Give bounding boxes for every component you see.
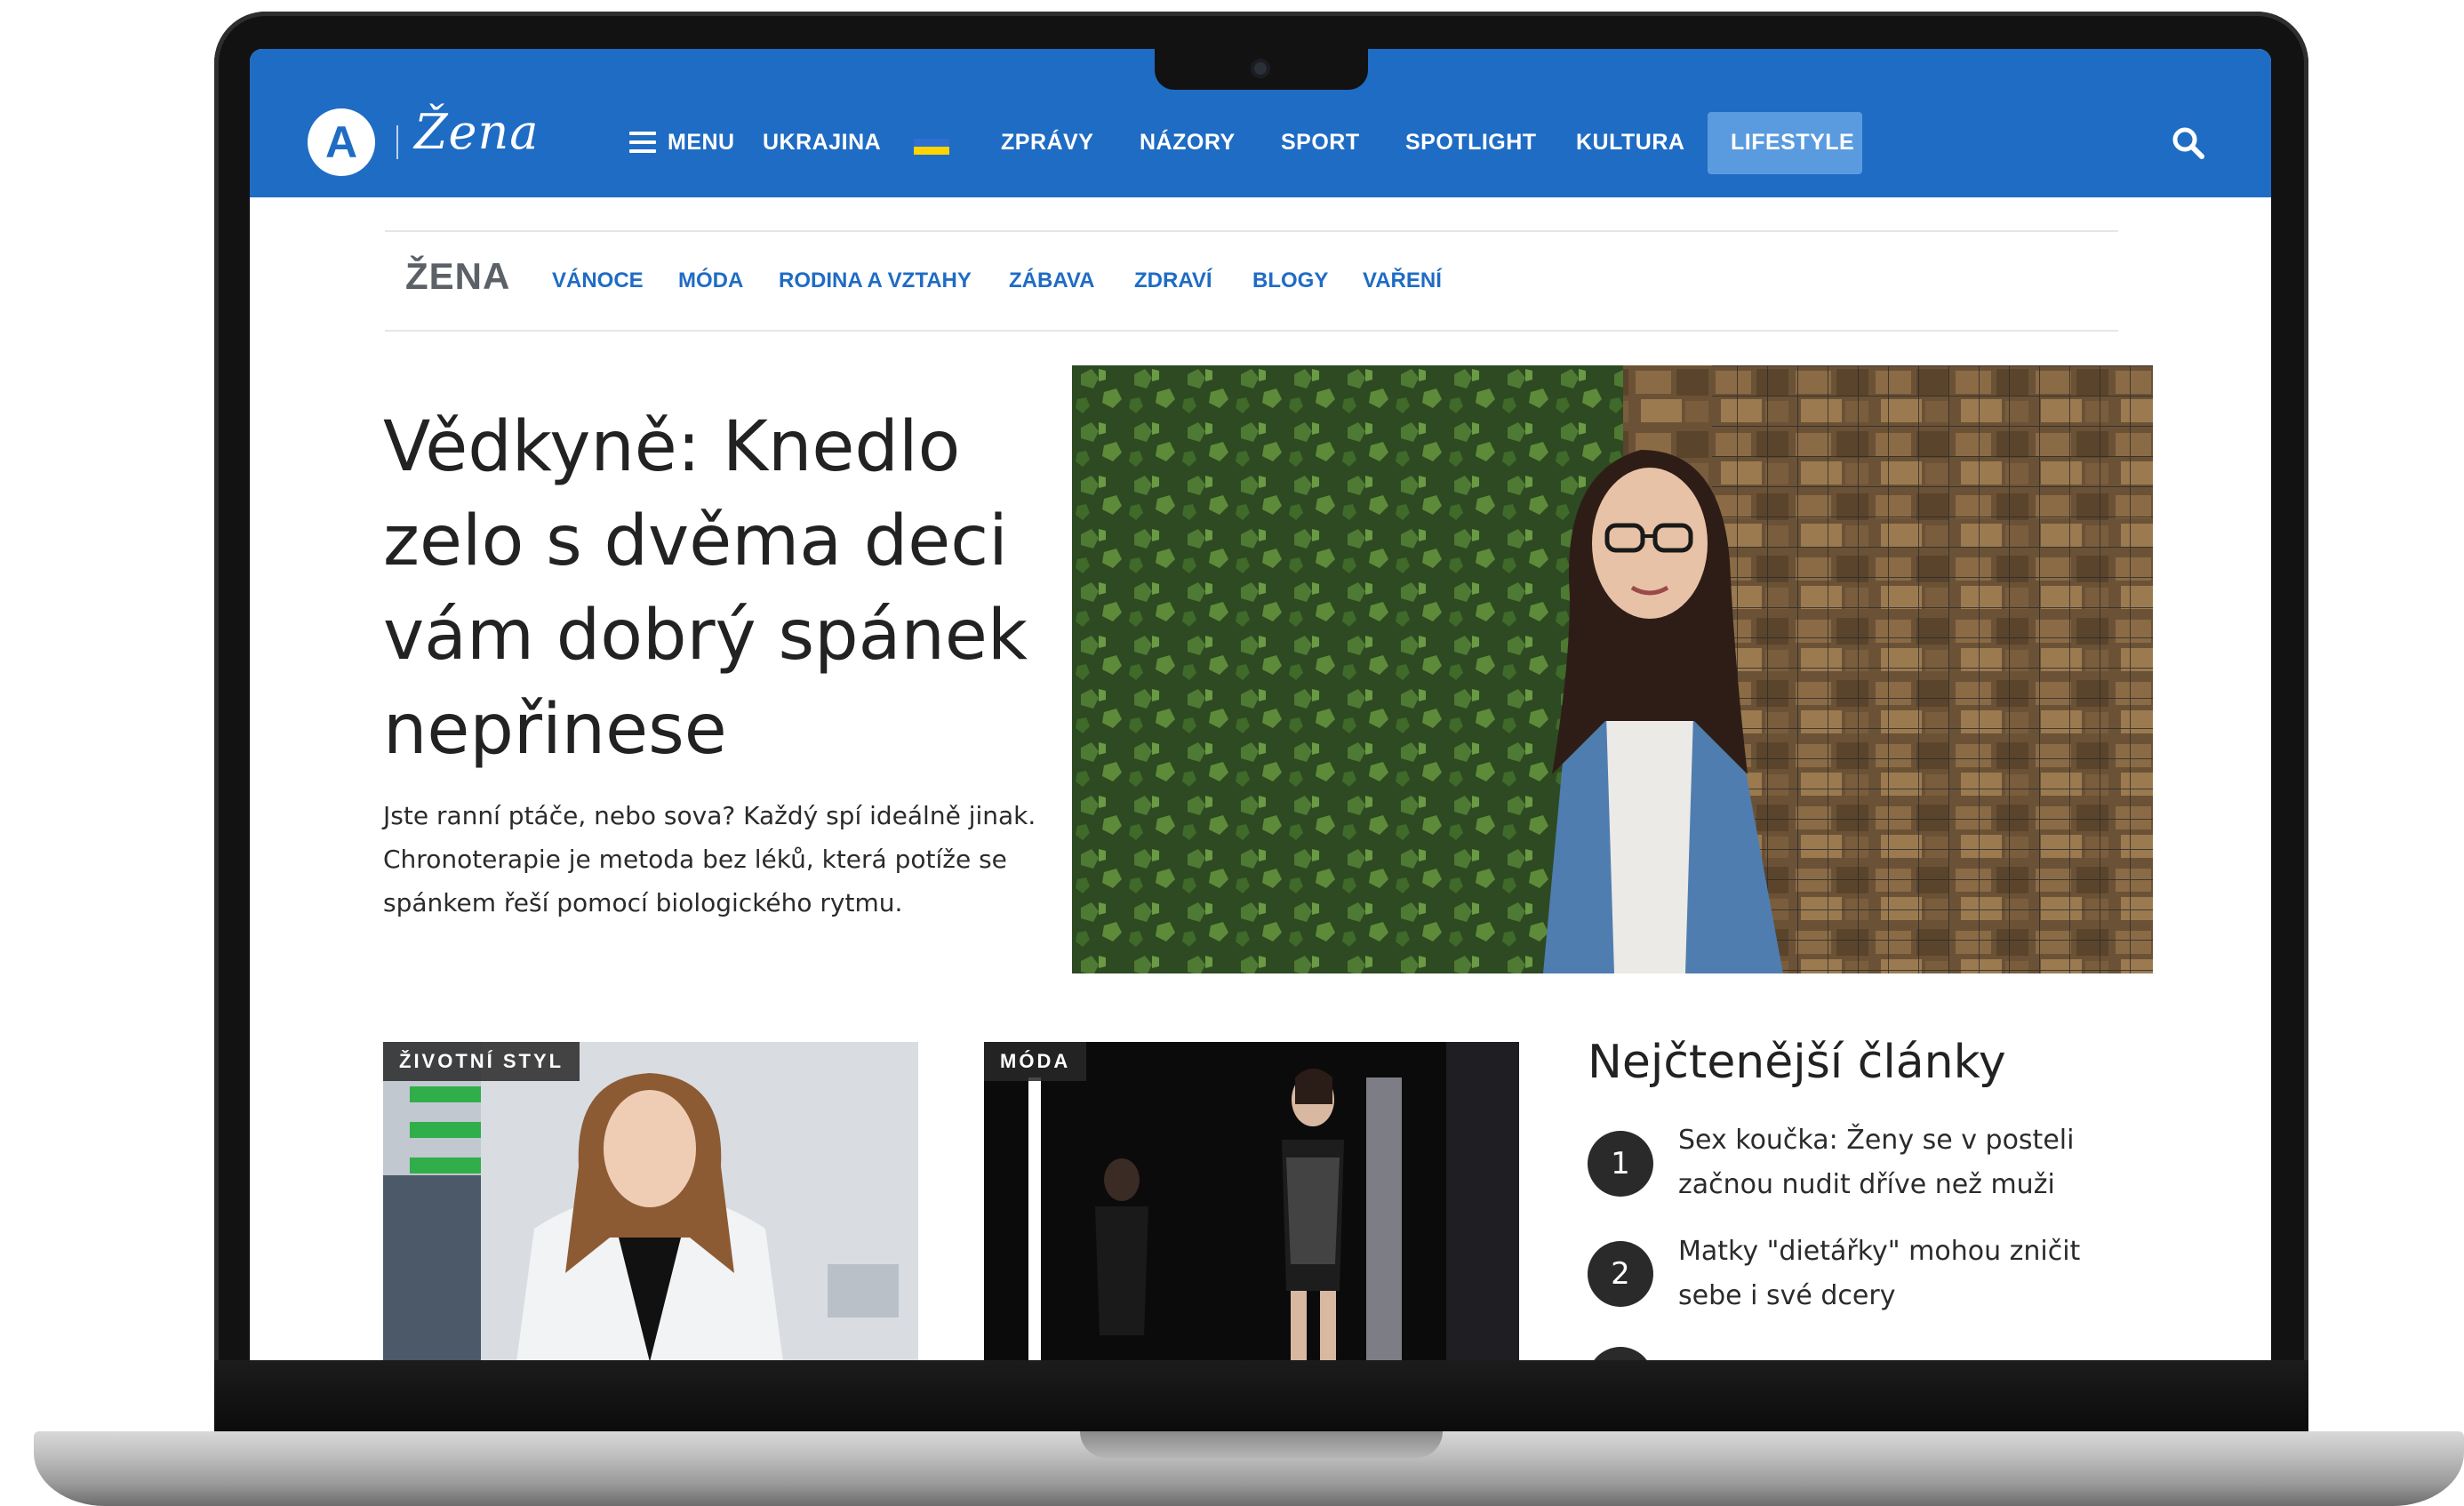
nav-item-zpravy[interactable]: ZPRÁVY: [1001, 129, 1093, 156]
logo-letter: A: [324, 117, 358, 167]
logo-divider: [396, 125, 398, 159]
hero-photo-illustration: [1072, 365, 2153, 973]
ukraine-flag-icon: [914, 139, 949, 155]
subnav-item-rodina-a-vztahy[interactable]: RODINA A VZTAHY: [779, 268, 972, 293]
hamburger-menu-icon[interactable]: [629, 132, 656, 153]
subnav-item-vareni[interactable]: VAŘENÍ: [1363, 268, 1442, 293]
article-card-lifestyle-photo: [383, 1042, 918, 1360]
most-read-item-2[interactable]: Matky "dietářky" mohou zničit sebe i své…: [1678, 1230, 2105, 1318]
subnav-item-zabava[interactable]: ZÁBAVA: [1009, 268, 1094, 293]
most-read-rank: 2: [1588, 1241, 1653, 1307]
search-icon[interactable]: [2171, 125, 2206, 161]
hero-lead: Jste ranní ptáče, nebo sova? Každý spí i…: [383, 801, 1036, 917]
nav-item-kultura[interactable]: KULTURA: [1576, 129, 1684, 156]
article-card-fashion-photo: [984, 1042, 1519, 1360]
subnav-top-border: [385, 230, 2118, 232]
most-read-item-1[interactable]: Sex koučka: Ženy se v posteli začnou nud…: [1678, 1118, 2105, 1207]
subnav-item-blogy[interactable]: BLOGY: [1252, 268, 1328, 293]
subnav-bottom-border: [385, 330, 2118, 332]
webcam-icon: [1251, 59, 1270, 78]
subnav-item-moda[interactable]: MÓDA: [678, 268, 743, 293]
most-read-rank-3-partial: [1588, 1347, 1653, 1360]
section-logo[interactable]: Žena: [414, 104, 539, 160]
nav-item-lifestyle[interactable]: LIFESTYLE: [1731, 129, 1854, 156]
browser-viewport: A Žena MENU UKRAJINA ZPRÁVY NÁZORY SPORT…: [250, 49, 2271, 1360]
subnav-item-zdravi[interactable]: ZDRAVÍ: [1134, 268, 1212, 293]
nav-item-sport[interactable]: SPORT: [1281, 129, 1360, 156]
most-read-rank: 1: [1588, 1131, 1653, 1197]
nav-item-nazory[interactable]: NÁZORY: [1140, 129, 1236, 156]
article-card-fashion[interactable]: MÓDA: [984, 1042, 1519, 1360]
article-card-tag[interactable]: ŽIVOTNÍ STYL: [383, 1042, 580, 1081]
laptop-bezel-bottom: [214, 1360, 2308, 1434]
most-read-heading: Nejčtenější články: [1588, 1036, 2006, 1089]
subnav-item-vanoce[interactable]: VÁNOCE: [552, 268, 644, 293]
laptop-base-notch: [1080, 1431, 1443, 1458]
nav-item-menu[interactable]: MENU: [668, 129, 735, 156]
article-card-lifestyle[interactable]: ŽIVOTNÍ STYL: [383, 1042, 918, 1360]
hero-headline[interactable]: Vědkyně: Knedlo zelo s dvěma deci vám do…: [383, 400, 1050, 777]
subnav-brand[interactable]: ŽENA: [405, 255, 510, 298]
hero-photo[interactable]: [1072, 365, 2153, 973]
site-logo[interactable]: A: [308, 108, 375, 176]
nav-item-spotlight[interactable]: SPOTLIGHT: [1405, 129, 1537, 156]
nav-item-ukrajina[interactable]: UKRAJINA: [763, 129, 881, 156]
screen-notch: [1155, 47, 1368, 90]
article-card-tag[interactable]: MÓDA: [984, 1042, 1087, 1081]
